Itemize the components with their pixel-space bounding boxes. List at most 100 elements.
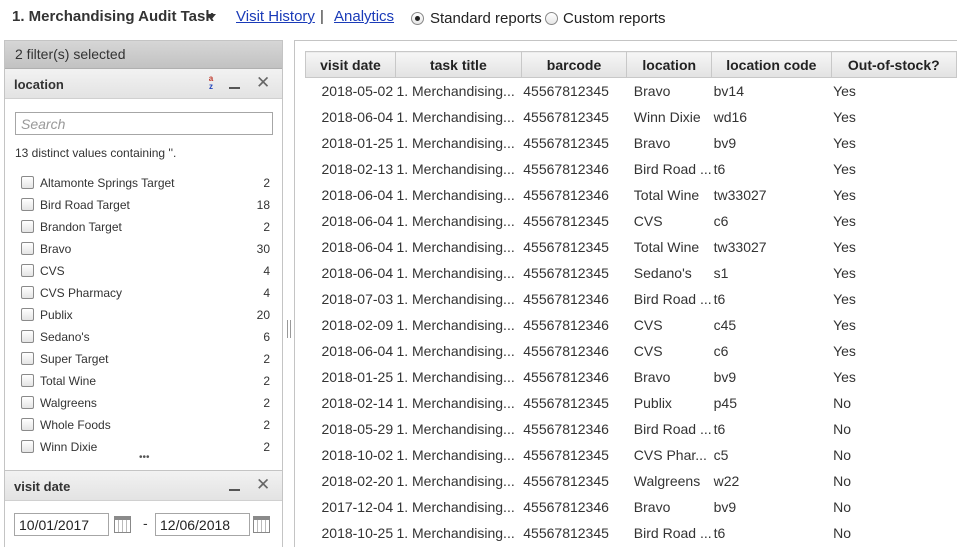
distinct-values-note: 13 distinct values containing ''. [15, 146, 177, 160]
location-value-count: 2 [263, 418, 270, 432]
location-value-label: CVS [40, 264, 65, 278]
list-item[interactable]: Walgreens 2 [19, 392, 273, 414]
location-checkbox[interactable] [21, 176, 34, 189]
visit-date-cell: 2018-06-04 [321, 342, 394, 359]
table-row[interactable]: 2018-07-03 1. Merchandising... 45567812346… [306, 286, 957, 312]
custom-reports-label[interactable]: Custom reports [563, 10, 666, 27]
table-row[interactable]: 2017-12-04 1. Merchandising... 45567812346… [306, 494, 957, 520]
list-item[interactable]: Whole Foods 2 [19, 414, 273, 436]
table-row[interactable]: 2018-10-25 1. Merchandising... 45567812345… [306, 520, 957, 546]
visit-date-cell: 2018-01-25 [321, 134, 394, 151]
location-checkbox[interactable] [21, 242, 34, 255]
table-row[interactable]: 2018-05-02 1. Merchandising... 45567812345… [306, 78, 957, 104]
out-of-stock-cell: Yes [833, 186, 856, 203]
splitter-grip-icon[interactable] [287, 320, 291, 338]
location-checkbox[interactable] [21, 220, 34, 233]
location-value-count: 18 [256, 198, 270, 212]
list-item[interactable]: Altamonte Springs Target 2 [19, 172, 273, 194]
close-icon[interactable]: ✕ [256, 476, 270, 494]
list-item[interactable]: Total Wine 2 [19, 370, 273, 392]
location-checkbox[interactable] [21, 396, 34, 409]
out-of-stock-cell: No [833, 420, 851, 437]
table-row[interactable]: 2018-06-04 1. Merchandising... 45567812345… [306, 208, 957, 234]
list-item[interactable]: Bravo 30 [19, 238, 273, 260]
table-row[interactable]: 2018-10-02 1. Merchandising... 45567812345… [306, 442, 957, 468]
task-title-dropdown[interactable]: 1. Merchandising Audit Task [12, 8, 214, 25]
list-item[interactable]: Brandon Target 2 [19, 216, 273, 238]
list-item[interactable]: Sedano's 6 [19, 326, 273, 348]
calendar-icon[interactable] [253, 516, 270, 533]
location-code-cell: bv9 [713, 134, 737, 151]
table-row[interactable]: 2018-06-04 1. Merchandising... 45567812345… [306, 234, 957, 260]
panel-splitter[interactable] [285, 40, 293, 547]
visit-date-filter: visit date ✕ - [5, 470, 282, 536]
table-row[interactable]: 2018-06-04 1. Merchandising... 45567812346… [306, 338, 957, 364]
analytics-link[interactable]: Analytics [334, 8, 394, 25]
table-row[interactable]: 2018-06-04 1. Merchandising... 45567812346… [306, 182, 957, 208]
date-from-field[interactable] [14, 513, 109, 536]
list-item[interactable]: CVS Pharmacy 4 [19, 282, 273, 304]
location-cell: CVS [633, 316, 663, 333]
list-item[interactable]: Publix 20 [19, 304, 273, 326]
column-header-out-of-stock[interactable]: Out-of-stock? [830, 51, 957, 78]
location-search-input[interactable] [15, 112, 273, 135]
column-header-task-title[interactable]: task title [394, 51, 522, 78]
table-row[interactable]: 2018-01-25 1. Merchandising... 45567812346… [306, 364, 957, 390]
location-value-count: 4 [263, 264, 270, 278]
location-cell: CVS [633, 212, 663, 229]
table-row[interactable]: 2018-02-20 1. Merchandising... 45567812345… [306, 468, 957, 494]
location-checkbox[interactable] [21, 440, 34, 453]
list-item[interactable]: Super Target 2 [19, 348, 273, 370]
location-checkbox[interactable] [21, 352, 34, 365]
location-value-count: 20 [256, 308, 270, 322]
location-value-count: 2 [263, 374, 270, 388]
location-cell: Bravo [633, 368, 671, 385]
close-icon[interactable]: ✕ [256, 74, 270, 92]
table-row[interactable]: 2018-06-04 1. Merchandising... 45567812345… [306, 104, 957, 130]
standard-reports-radio[interactable] [411, 12, 424, 25]
column-header-location-code[interactable]: location code [711, 51, 832, 78]
location-checkbox[interactable] [21, 286, 34, 299]
table-row[interactable]: 2018-06-04 1. Merchandising... 45567812345… [306, 260, 957, 286]
minimize-icon[interactable] [229, 489, 240, 491]
chevron-down-icon[interactable] [206, 14, 216, 20]
location-cell: Publix [633, 394, 672, 411]
minimize-icon[interactable] [229, 87, 240, 89]
location-checkbox[interactable] [21, 330, 34, 343]
sort-az-icon[interactable]: az [206, 75, 216, 93]
location-cell: Bird Road ... [633, 420, 712, 437]
table-row[interactable]: 2018-02-09 1. Merchandising... 45567812346… [306, 312, 957, 338]
list-item[interactable]: Bird Road Target 18 [19, 194, 273, 216]
location-checkbox[interactable] [21, 308, 34, 321]
table-row[interactable]: 2018-01-25 1. Merchandising... 45567812345… [306, 130, 957, 156]
table-row[interactable]: 2018-02-14 1. Merchandising... 45567812345… [306, 390, 957, 416]
task-title-cell: 1. Merchandising... [396, 108, 515, 125]
location-checkbox[interactable] [21, 264, 34, 277]
barcode-cell: 45567812345 [523, 394, 609, 411]
out-of-stock-cell: Yes [833, 160, 856, 177]
location-code-cell: c6 [713, 342, 729, 359]
location-checkbox[interactable] [21, 198, 34, 211]
column-header-barcode[interactable]: barcode [520, 51, 628, 78]
location-cell: Total Wine [633, 238, 700, 255]
custom-reports-radio[interactable] [545, 12, 558, 25]
list-item[interactable]: CVS 4 [19, 260, 273, 282]
barcode-cell: 45567812345 [523, 82, 609, 99]
table-row[interactable]: 2018-02-13 1. Merchandising... 45567812346… [306, 156, 957, 182]
more-values-indicator[interactable]: ••• [139, 453, 150, 463]
date-to-field[interactable] [155, 513, 250, 536]
location-checkbox[interactable] [21, 418, 34, 431]
table-row[interactable]: 2018-05-29 1. Merchandising... 45567812346… [306, 416, 957, 442]
location-code-cell: tw33027 [713, 186, 767, 203]
task-title-cell: 1. Merchandising... [396, 394, 515, 411]
column-header-location[interactable]: location [626, 51, 713, 78]
column-header-visit-date[interactable]: visit date [305, 51, 396, 78]
visit-history-link[interactable]: Visit History [236, 8, 315, 25]
location-checkbox[interactable] [21, 374, 34, 387]
filter-panel: 2 filter(s) selected location az ✕ 13 di… [4, 40, 283, 547]
standard-reports-label[interactable]: Standard reports [430, 10, 542, 27]
location-code-cell: t6 [713, 160, 726, 177]
location-code-cell: c5 [713, 446, 729, 463]
barcode-cell: 45567812346 [523, 316, 609, 333]
calendar-icon[interactable] [114, 516, 131, 533]
